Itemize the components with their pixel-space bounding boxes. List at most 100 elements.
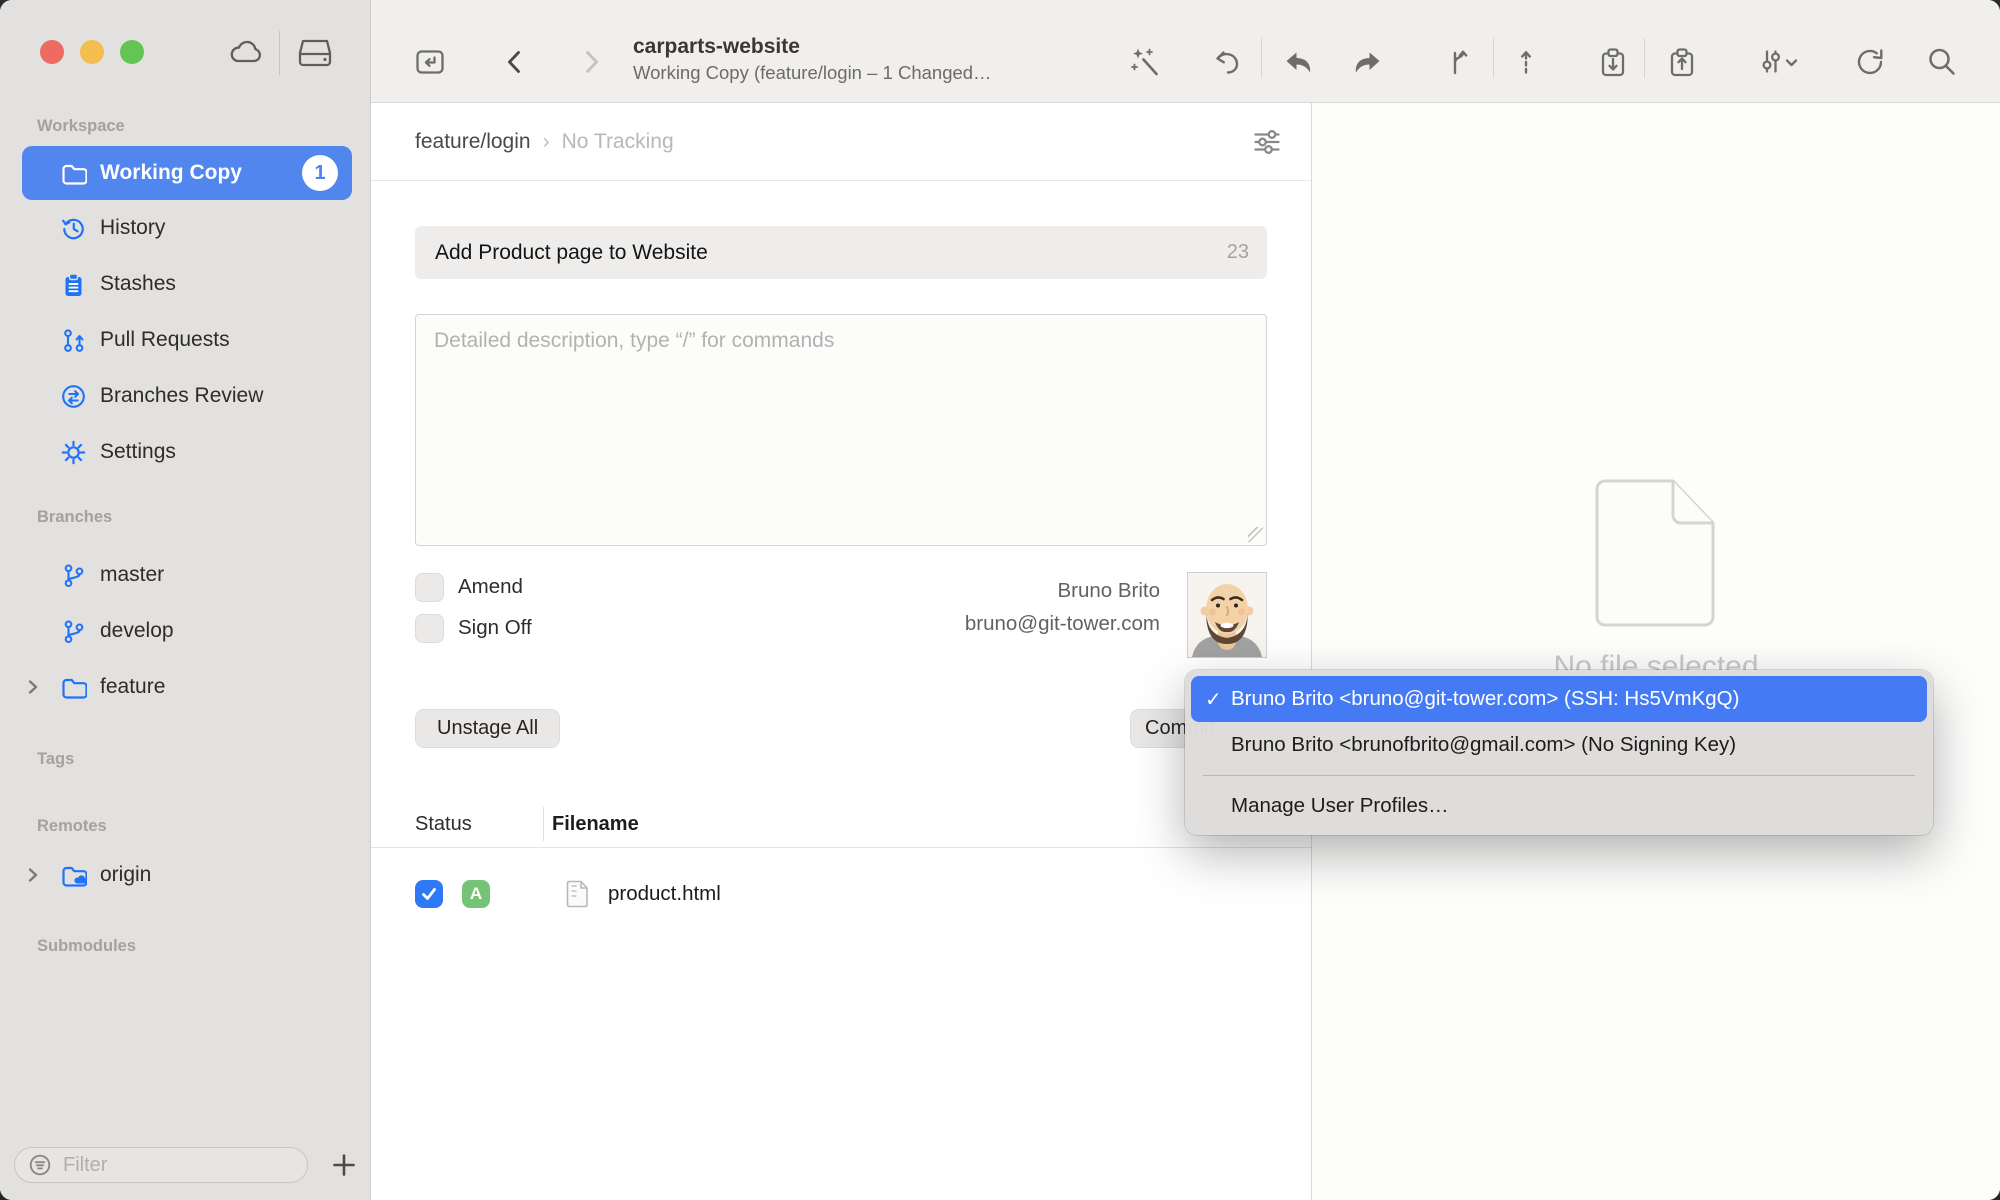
commit-summary-input[interactable] xyxy=(433,240,1227,266)
commit-form: 23 Amend Sign Off Bruno Brito bruno@git-… xyxy=(371,181,1311,748)
signoff-label: Sign Off xyxy=(458,616,532,640)
open-repo-icon[interactable] xyxy=(413,45,447,79)
menu-item-manage-profiles[interactable]: Manage User Profiles… xyxy=(1185,783,1933,829)
column-header-filename[interactable]: Filename xyxy=(552,813,639,836)
app-window: Workspace Working Copy 1 History Stashes xyxy=(0,0,2000,1200)
stash-apply-icon[interactable] xyxy=(1665,45,1699,79)
amend-checkbox[interactable] xyxy=(415,573,444,602)
cloud-icon[interactable] xyxy=(228,37,264,67)
chevron-right-icon[interactable] xyxy=(24,867,41,884)
column-header-status[interactable]: Status xyxy=(371,813,472,836)
toolbar: carparts-website Working Copy (feature/l… xyxy=(371,0,2000,103)
checkmark-icon: ✓ xyxy=(1205,687,1222,712)
stash-save-icon[interactable] xyxy=(1596,45,1630,79)
breadcrumb-branch[interactable]: feature/login xyxy=(415,130,531,154)
window-title: carparts-website Working Copy (feature/l… xyxy=(633,34,1093,86)
column-divider[interactable] xyxy=(543,807,544,841)
resize-grip-icon[interactable] xyxy=(1248,527,1263,542)
sidebar-footer xyxy=(0,1147,370,1200)
breadcrumb-tracking[interactable]: No Tracking xyxy=(562,130,674,154)
cherry-pick-icon[interactable] xyxy=(1509,45,1543,79)
branch-icon xyxy=(60,562,87,589)
sidebar-item-label: Working Copy xyxy=(100,161,242,185)
sidebar: Workspace Working Copy 1 History Stashes xyxy=(0,0,371,1200)
view-options-icon[interactable] xyxy=(1252,127,1282,157)
menu-item-profile-git-tower[interactable]: ✓ Bruno Brito <bruno@git-tower.com> (SSH… xyxy=(1191,676,1927,722)
breadcrumb: feature/login › No Tracking xyxy=(371,103,1311,181)
sidebar-item-develop[interactable]: develop xyxy=(0,603,370,659)
filter-input[interactable] xyxy=(61,1153,285,1178)
forward-icon[interactable] xyxy=(574,45,608,79)
toolbar-divider xyxy=(1261,38,1262,78)
sidebar-item-master[interactable]: master xyxy=(0,547,370,603)
section-label-remotes: Remotes xyxy=(0,813,370,839)
file-name: product.html xyxy=(608,882,721,906)
search-icon[interactable] xyxy=(1925,45,1959,79)
commit-meta: Amend Sign Off Bruno Brito bruno@git-tow… xyxy=(415,572,1267,692)
sidebar-item-label: master xyxy=(100,563,164,587)
author-email: bruno@git-tower.com xyxy=(965,607,1160,640)
folder-cloud-icon xyxy=(60,862,87,889)
minimize-window-button[interactable] xyxy=(80,40,104,64)
drive-icon[interactable] xyxy=(297,37,333,69)
signoff-checkbox[interactable] xyxy=(415,614,444,643)
sidebar-item-settings[interactable]: Settings xyxy=(0,424,370,480)
sidebar-item-branches-review[interactable]: Branches Review xyxy=(0,368,370,424)
branches-review-icon xyxy=(60,383,87,410)
status-added-badge: A xyxy=(462,880,490,908)
branch-icon xyxy=(60,618,87,645)
commit-author[interactable]: Bruno Brito bruno@git-tower.com xyxy=(965,574,1160,640)
file-row[interactable]: A product.html xyxy=(371,864,1311,924)
file-checkbox[interactable] xyxy=(415,880,443,908)
unstage-all-button[interactable]: Unstage All xyxy=(415,709,560,748)
folder-icon xyxy=(60,674,87,701)
section-label-branches: Branches xyxy=(0,504,370,530)
detail-panel: No file selected xyxy=(1312,103,2000,1200)
add-repository-button[interactable] xyxy=(330,1151,358,1179)
sidebar-item-label: origin xyxy=(100,863,151,887)
section-label-submodules: Submodules xyxy=(0,933,370,959)
commit-description-input[interactable] xyxy=(416,315,1266,545)
workflow-icon[interactable] xyxy=(1754,45,1800,79)
close-window-button[interactable] xyxy=(40,40,64,64)
sidebar-item-origin[interactable]: origin xyxy=(0,847,370,903)
undo-icon[interactable] xyxy=(1210,45,1244,79)
sidebar-item-history[interactable]: History xyxy=(0,200,370,256)
sidebar-item-pull-requests[interactable]: Pull Requests xyxy=(0,312,370,368)
filter-icon xyxy=(27,1152,53,1178)
sidebar-header xyxy=(0,0,370,103)
sidebar-item-feature[interactable]: feature xyxy=(0,659,370,715)
refresh-icon[interactable] xyxy=(1853,45,1887,79)
files-table-header: Status Filename xyxy=(371,801,1311,848)
repo-title: carparts-website xyxy=(633,34,1093,60)
wand-icon[interactable] xyxy=(1129,45,1163,79)
sidebar-item-label: develop xyxy=(100,619,174,643)
empty-document-icon xyxy=(1593,478,1719,628)
toolbar-divider xyxy=(1644,38,1645,78)
back-icon[interactable] xyxy=(498,45,532,79)
repo-subtitle: Working Copy (feature/login – 1 Changed… xyxy=(633,60,1093,86)
sidebar-item-working-copy[interactable]: Working Copy 1 xyxy=(22,146,352,200)
author-avatar[interactable] xyxy=(1187,572,1267,658)
section-label-tags: Tags xyxy=(0,746,370,772)
clipboard-icon xyxy=(60,271,87,298)
user-profile-menu: ✓ Bruno Brito <bruno@git-tower.com> (SSH… xyxy=(1185,670,1933,835)
working-copy-panel: feature/login › No Tracking 23 Amend xyxy=(371,103,1312,1200)
chevron-right-icon[interactable] xyxy=(24,679,41,696)
merge-branch-icon[interactable] xyxy=(1443,45,1477,79)
breadcrumb-separator: › xyxy=(543,130,550,154)
commit-summary-field[interactable]: 23 xyxy=(415,226,1267,279)
staged-files: Status Filename A product.html xyxy=(371,801,1311,924)
changed-count-badge: 1 xyxy=(302,155,338,191)
sidebar-item-stashes[interactable]: Stashes xyxy=(0,256,370,312)
sidebar-item-label: Settings xyxy=(100,440,176,464)
zoom-window-button[interactable] xyxy=(120,40,144,64)
sidebar-item-label: Stashes xyxy=(100,272,176,296)
push-arrow-icon[interactable] xyxy=(1349,45,1383,79)
menu-item-label: Manage User Profiles… xyxy=(1231,794,1449,818)
sidebar-filter-field[interactable] xyxy=(14,1147,308,1183)
commit-description-field[interactable] xyxy=(415,314,1267,546)
pull-arrow-icon[interactable] xyxy=(1283,45,1317,79)
author-name: Bruno Brito xyxy=(965,574,1160,607)
menu-item-profile-gmail[interactable]: Bruno Brito <brunofbrito@gmail.com> (No … xyxy=(1185,722,1933,768)
